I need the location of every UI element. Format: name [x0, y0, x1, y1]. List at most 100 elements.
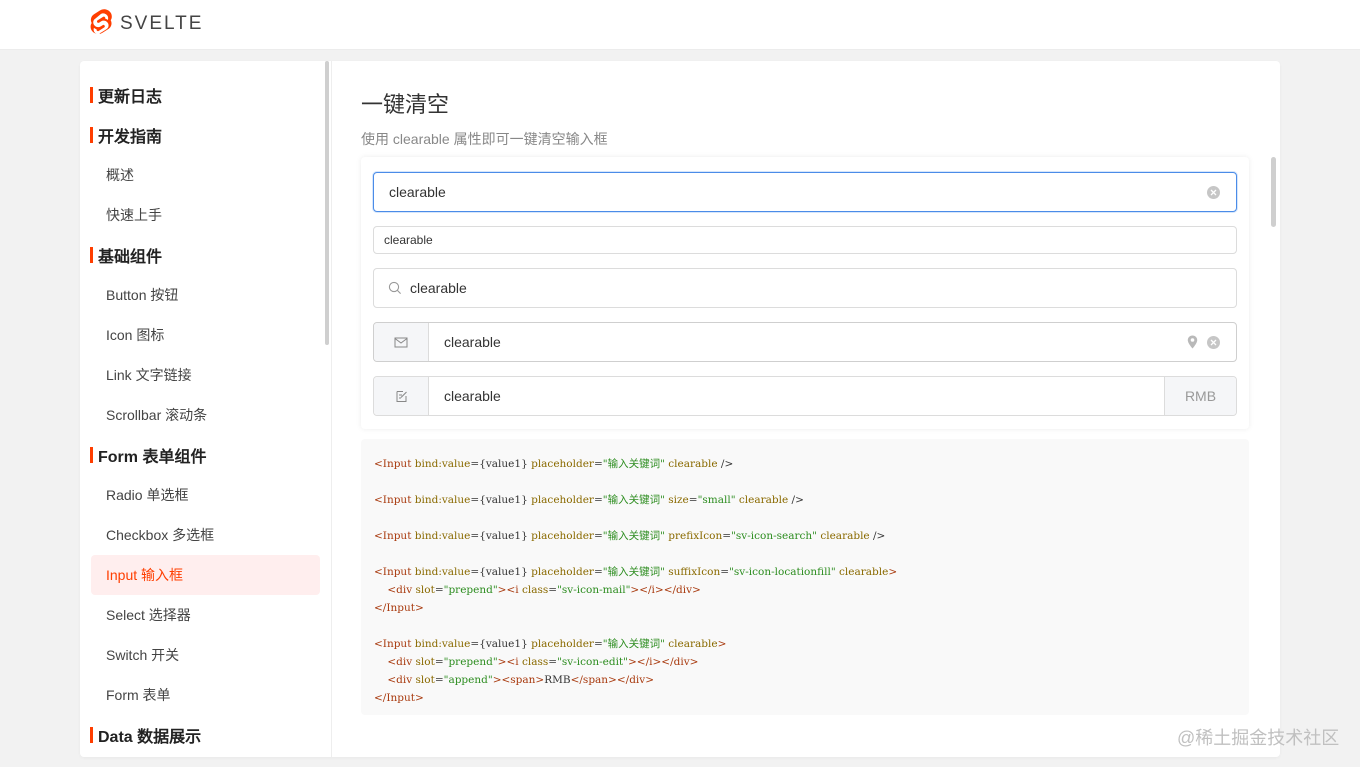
mail-icon [394, 337, 408, 348]
code-token: <Input [374, 494, 415, 506]
code-token: <Input [374, 566, 415, 578]
code-token: ></i></div> [627, 656, 699, 668]
code-token: clearable [839, 566, 889, 578]
code-token: <div [387, 674, 416, 686]
sidebar-item-icon[interactable]: Icon 图标 [91, 315, 320, 355]
small-clearable-input[interactable]: clearable [373, 226, 1237, 254]
svelte-logo-icon [90, 9, 112, 35]
page-description: 使用 clearable 属性即可一键清空输入框 [361, 131, 608, 147]
sidebar-item-input[interactable]: Input 输入框 [91, 555, 320, 595]
sidebar-item-overview[interactable]: 概述 [91, 155, 320, 195]
code-token: "sv-icon-edit" [557, 656, 628, 668]
code-token: "sv-icon-mail" [557, 584, 631, 596]
mail-input[interactable]: clearable [373, 322, 1237, 362]
clear-icon[interactable] [1207, 335, 1220, 349]
code-token: = [593, 530, 603, 542]
code-token: = [593, 458, 603, 470]
sidebar-group-label: 更新日志 [98, 89, 163, 106]
code-token: > [888, 566, 898, 578]
sidebar-group-data: Data 数据展示 [90, 723, 201, 747]
search-input[interactable]: clearable [373, 268, 1237, 308]
sidebar-item-scrollbar[interactable]: Scrollbar 滚动条 [91, 395, 320, 435]
code-token: "small" [697, 494, 736, 506]
sidebar-item-checkbox[interactable]: Checkbox 多选框 [91, 515, 320, 555]
search-icon [388, 281, 402, 295]
input-prepend [374, 323, 429, 361]
sidebar-scrollbar[interactable] [325, 61, 329, 345]
code-token: "输入关键词" [602, 566, 665, 578]
sidebar-group-dev-guide: 开发指南 [90, 123, 162, 147]
code-token: ={value1} [470, 566, 532, 578]
amount-input[interactable]: clearable RMB [373, 376, 1237, 416]
code-token: "输入关键词" [602, 494, 665, 506]
code-token: suffixIcon [668, 566, 721, 578]
group-accent-bar [90, 87, 93, 103]
sidebar-group-label: 基础组件 [98, 249, 163, 266]
sidebar-group-changelog[interactable]: 更新日志 [90, 83, 162, 107]
main-scrollbar[interactable] [1271, 157, 1276, 227]
code-token: class [521, 656, 549, 668]
sidebar-item-select[interactable]: Select 选择器 [91, 595, 320, 635]
code-token: "prepend" [443, 656, 498, 668]
group-accent-bar [90, 447, 93, 463]
code-token: "prepend" [443, 584, 498, 596]
clearable-input[interactable]: clearable [373, 172, 1237, 212]
logo-text: SVELTE [120, 13, 204, 34]
sidebar-item-link[interactable]: Link 文字链接 [91, 355, 320, 395]
sidebar-group-form: Form 表单组件 [90, 443, 206, 467]
code-token: </Input> [374, 602, 424, 614]
code-token: <div [387, 656, 416, 668]
code-token: = [688, 494, 698, 506]
code-line: <Input bind:value={value1} placeholder="… [374, 455, 1249, 473]
code-token: </span></div> [570, 674, 655, 686]
code-token: ={value1} [470, 494, 532, 506]
content-card: 更新日志 开发指南 概述 快速上手 基础组件 Button 按钮 Icon 图标… [80, 61, 1280, 757]
code-token: bind:value [414, 530, 471, 542]
code-line: <div slot="append"><span>RMB</span></div… [374, 671, 1249, 689]
sidebar-group-label: 开发指南 [98, 129, 163, 146]
code-line: <Input bind:value={value1} placeholder="… [374, 527, 1249, 545]
code-line: <div slot="prepend"><i class="sv-icon-ma… [374, 581, 1249, 599]
sidebar-group-label: Form 表单组件 [98, 449, 207, 466]
code-token: ={value1} [470, 530, 532, 542]
code-token: "sv-icon-locationfill" [729, 566, 836, 578]
code-token: "输入关键词" [602, 530, 665, 542]
code-token: /> [869, 530, 886, 542]
group-accent-bar [90, 247, 93, 263]
code-token: bind:value [414, 566, 471, 578]
code-token: = [720, 566, 730, 578]
sidebar: 更新日志 开发指南 概述 快速上手 基础组件 Button 按钮 Icon 图标… [80, 61, 332, 757]
code-token: clearable [820, 530, 870, 542]
code-token: </Input> [374, 692, 424, 704]
code-line: <Input bind:value={value1} placeholder="… [374, 491, 1249, 509]
svelte-logo[interactable]: SVELTE [90, 9, 203, 39]
code-token: = [593, 638, 603, 650]
sidebar-item-quickstart[interactable]: 快速上手 [91, 195, 320, 235]
group-accent-bar [90, 727, 93, 743]
sidebar-group-basic: 基础组件 [90, 243, 162, 267]
code-token: "sv-icon-search" [731, 530, 818, 542]
code-token: "append" [443, 674, 493, 686]
code-token: placeholder [531, 566, 594, 578]
code-token: placeholder [531, 494, 594, 506]
sidebar-item-button[interactable]: Button 按钮 [91, 275, 320, 315]
code-token: <Input [374, 458, 415, 470]
code-token: RMB [544, 674, 571, 686]
sidebar-item-form[interactable]: Form 表单 [91, 675, 320, 715]
sidebar-item-radio[interactable]: Radio 单选框 [91, 475, 320, 515]
clear-icon[interactable] [1207, 185, 1220, 199]
code-token: = [434, 584, 444, 596]
code-token: bind:value [414, 458, 471, 470]
edit-icon [395, 390, 408, 403]
code-token: /> [717, 458, 734, 470]
code-token: ><span> [492, 674, 545, 686]
code-token: class [521, 584, 549, 596]
input-value: clearable [389, 184, 446, 200]
code-token: clearable [668, 638, 718, 650]
sidebar-item-switch[interactable]: Switch 开关 [91, 635, 320, 675]
code-token: slot [415, 656, 435, 668]
sidebar-group-label: Data 数据展示 [98, 729, 202, 746]
